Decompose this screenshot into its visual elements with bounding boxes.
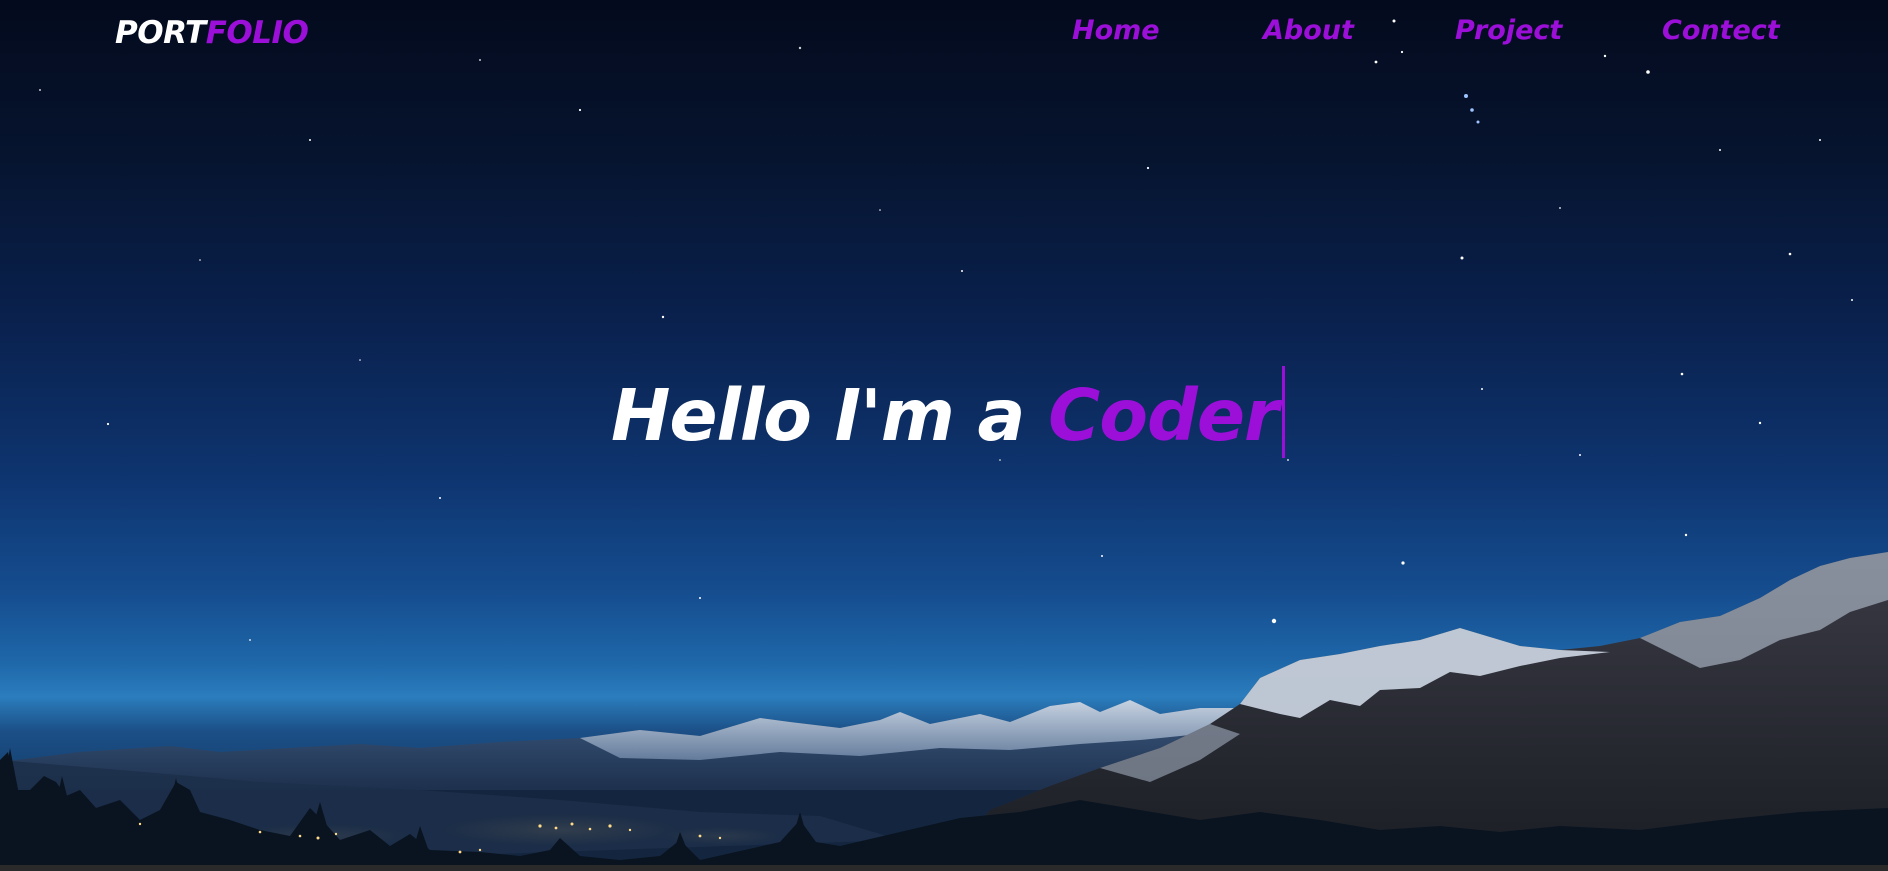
stars: [39, 19, 1853, 641]
navbar: PORTFOLIO Home About Project Contect: [0, 0, 1888, 64]
hero-section: PORTFOLIO Home About Project Contect Hel…: [0, 0, 1888, 871]
headline-typed-text: Coder: [1048, 374, 1279, 457]
nav-links: Home About Project Contect: [1000, 14, 1800, 50]
nav-link-project[interactable]: Project: [1455, 14, 1562, 48]
logo[interactable]: PORTFOLIO: [115, 14, 309, 52]
headline-static-text: Hello I'm a: [610, 374, 1049, 457]
hero-headline: Hello I'm a Coder: [0, 366, 1888, 464]
logo-text-accent: FOLIO: [205, 15, 309, 51]
nav-link-contect[interactable]: Contect: [1662, 14, 1780, 48]
typing-cursor: [1282, 366, 1286, 458]
nav-link-about[interactable]: About: [1263, 14, 1354, 48]
logo-text-primary: PORT: [115, 15, 206, 51]
nav-link-home[interactable]: Home: [1072, 14, 1160, 48]
